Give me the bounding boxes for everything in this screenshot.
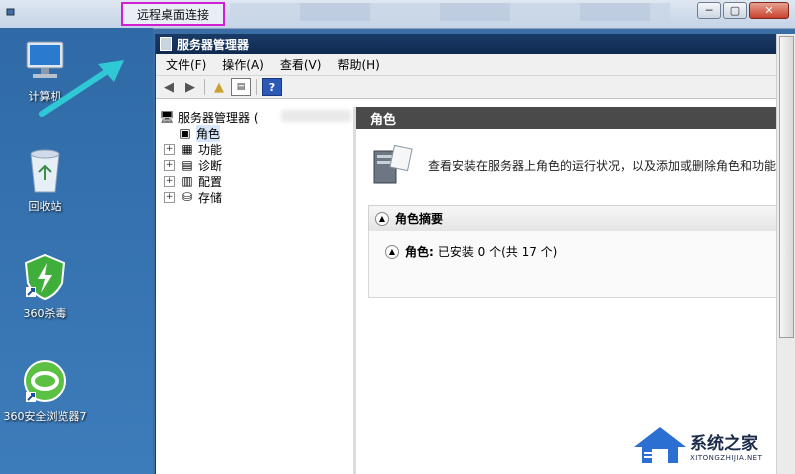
roles-summary-body: ▲ 角色: 已安装 0 个(共 17 个) [368,231,790,298]
desktop-icon-label: 360杀毒 [23,307,67,320]
up-folder-icon[interactable]: ▲ [210,79,228,95]
roles-intro-text: 查看安装在服务器上角色的运行状况，以及添加或删除角色和功能 [428,158,777,173]
content-header: 角色 [356,107,778,129]
360-browser-icon [24,360,66,402]
tree-item-diagnostics[interactable]: + ▤ 诊断 [164,157,222,173]
tree-item-features[interactable]: + ▦ 功能 [164,141,222,157]
tree-item-label: 角色 [196,124,221,142]
minimize-button[interactable]: ─ [697,2,721,19]
roles-status-line: ▲ 角色: 已安装 0 个(共 17 个) [379,243,557,260]
watermark-url: XITONGZHIJIA.NET [690,453,763,462]
tree-item-label: 配置 [198,174,223,189]
menu-help[interactable]: 帮助(H) [337,56,379,73]
configuration-icon: ▥ [181,174,193,188]
desktop-icon-recycle-bin[interactable]: 回收站 [0,146,90,213]
server-manager-app-icon [160,37,172,51]
recycle-bin-icon [30,149,60,193]
site-watermark: 系统之家 XITONGZHIJIA.NET [630,420,790,470]
toolbar-separator [204,79,205,95]
tree-item-label: 存储 [198,190,223,205]
features-icon: ▦ [181,142,193,156]
tree-item-roles[interactable]: ▣ 角色 [178,124,221,142]
server-manager-titlebar: 服务器管理器 [156,34,778,54]
roles-value: 已安装 0 个(共 17 个) [437,245,558,259]
expand-icon[interactable]: + [164,191,175,203]
rdp-title: 远程桌面连接 [121,2,225,26]
collapse-icon[interactable]: ▲ [375,211,389,226]
forward-arrow-icon[interactable]: ▶ [181,79,199,95]
rdp-connection-bar: 远程桌面连接 ─ ▢ ✕ [0,0,795,29]
menu-bar: 文件(F) 操作(A) 查看(V) 帮助(H) [156,54,778,76]
help-button[interactable]: ? [262,78,282,96]
tree-item-storage[interactable]: + ⛁ 存储 [164,189,222,205]
window-title: 服务器管理器 [177,37,250,52]
rdp-blurred-tabs [230,3,670,21]
vertical-scrollbar[interactable] [776,34,795,474]
roles-summary-title: 角色摘要 [395,212,444,226]
360-antivirus-icon [24,253,66,301]
expand-icon[interactable]: + [164,143,175,155]
roles-intro: 查看安装在服务器上角色的运行状况，以及添加或删除角色和功能 [370,143,776,187]
desktop: 计算机 回收站 360杀毒 360安全浏览器7 [0,28,153,474]
restore-button[interactable]: ▢ [723,2,747,19]
collapse-icon[interactable]: ▲ [385,244,399,259]
tree-item-label: 诊断 [198,158,223,173]
toolbar: ◀ ▶ ▲ ▤ ? [156,76,778,99]
rdp-app-icon [6,8,15,16]
toolbar-separator [256,79,257,95]
tree-root-label: 服务器管理器 ( [178,110,259,125]
tree-item-label: 功能 [198,142,223,157]
desktop-icon-360-browser[interactable]: 360安全浏览器7 [0,358,90,423]
back-arrow-icon[interactable]: ◀ [160,79,178,95]
desktop-icon-360-antivirus[interactable]: 360杀毒 [0,253,90,320]
house-logo-icon [634,427,686,463]
server-manager-window: 服务器管理器 文件(F) 操作(A) 查看(V) 帮助(H) ◀ ▶ ▲ ▤ ?… [155,34,790,474]
window-controls: ─ ▢ ✕ [697,2,789,19]
roles-summary-header[interactable]: ▲ 角色摘要 [368,205,790,232]
navigation-tree: 🖥 服务器管理器 ( ▣ 角色 + ▦ 功能 + ▤ 诊断 + ▥ 配置 + ⛁… [156,107,356,474]
menu-file[interactable]: 文件(F) [166,56,206,73]
close-button[interactable]: ✕ [749,2,789,19]
content-pane: 角色 查看安装在服务器上角色的运行状况，以及添加或删除角色和功能 ▲ 角色摘要 … [356,107,790,474]
storage-icon: ⛁ [181,190,193,204]
server-manager-icon: 🖥 [159,110,175,124]
tree-root-server-manager[interactable]: 🖥 服务器管理器 ( [159,109,259,125]
roles-icon: ▣ [179,126,191,140]
expand-icon[interactable]: + [164,175,175,187]
roles-label: 角色: [405,245,434,259]
diagnostics-icon: ▤ [181,158,193,172]
expand-icon[interactable]: + [164,159,175,171]
redacted-server-name [281,110,351,122]
menu-action[interactable]: 操作(A) [222,56,264,73]
watermark-title: 系统之家 [690,433,758,454]
tree-item-configuration[interactable]: + ▥ 配置 [164,173,222,189]
scrollbar-thumb[interactable] [779,36,794,338]
server-roles-icon [373,144,413,184]
annotation-arrow-icon [39,60,124,117]
show-hide-tree-icon[interactable]: ▤ [231,78,251,96]
desktop-icon-label: 360安全浏览器7 [3,410,87,423]
menu-view[interactable]: 查看(V) [280,56,322,73]
desktop-icon-label: 回收站 [28,200,62,213]
